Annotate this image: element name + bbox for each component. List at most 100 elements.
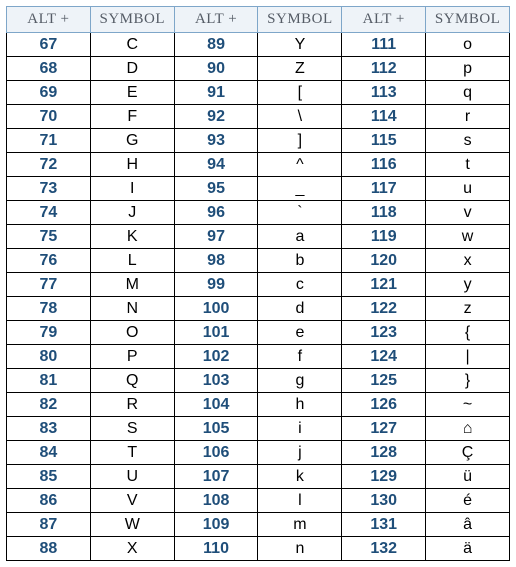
symbol-cell: z bbox=[426, 297, 510, 321]
symbol-cell: y bbox=[426, 273, 510, 297]
table-row: 68D90Z112p bbox=[7, 57, 510, 81]
symbol-cell: X bbox=[90, 537, 174, 561]
symbol-cell: V bbox=[90, 489, 174, 513]
symbol-cell: \ bbox=[258, 105, 342, 129]
alt-code-cell: 97 bbox=[174, 225, 258, 249]
alt-code-cell: 76 bbox=[7, 249, 91, 273]
symbol-cell: ä bbox=[426, 537, 510, 561]
alt-code-cell: 81 bbox=[7, 369, 91, 393]
symbol-cell: W bbox=[90, 513, 174, 537]
alt-code-cell: 86 bbox=[7, 489, 91, 513]
alt-code-cell: 124 bbox=[342, 345, 426, 369]
symbol-cell: c bbox=[258, 273, 342, 297]
symbol-cell: G bbox=[90, 129, 174, 153]
symbol-cell: l bbox=[258, 489, 342, 513]
symbol-cell: ~ bbox=[426, 393, 510, 417]
table-row: 69E91[113q bbox=[7, 81, 510, 105]
alt-code-cell: 121 bbox=[342, 273, 426, 297]
symbol-cell: I bbox=[90, 177, 174, 201]
header-symbol-2: SYMBOL bbox=[258, 7, 342, 33]
alt-code-cell: 71 bbox=[7, 129, 91, 153]
symbol-cell: i bbox=[258, 417, 342, 441]
header-row: ALT + SYMBOL ALT + SYMBOL ALT + SYMBOL bbox=[7, 7, 510, 33]
symbol-cell: h bbox=[258, 393, 342, 417]
table-row: 88X110n132ä bbox=[7, 537, 510, 561]
alt-code-cell: 75 bbox=[7, 225, 91, 249]
alt-code-cell: 98 bbox=[174, 249, 258, 273]
table-row: 75K97a119w bbox=[7, 225, 510, 249]
header-alt-3: ALT + bbox=[342, 7, 426, 33]
symbol-cell: x bbox=[426, 249, 510, 273]
table-row: 81Q103g125} bbox=[7, 369, 510, 393]
alt-code-cell: 85 bbox=[7, 465, 91, 489]
table-row: 73I95_117u bbox=[7, 177, 510, 201]
symbol-cell: g bbox=[258, 369, 342, 393]
symbol-cell: ` bbox=[258, 201, 342, 225]
symbol-cell: M bbox=[90, 273, 174, 297]
symbol-cell: t bbox=[426, 153, 510, 177]
symbol-cell: ] bbox=[258, 129, 342, 153]
alt-code-cell: 90 bbox=[174, 57, 258, 81]
alt-code-cell: 67 bbox=[7, 33, 91, 57]
symbol-cell: P bbox=[90, 345, 174, 369]
symbol-cell: E bbox=[90, 81, 174, 105]
table-row: 76L98b120x bbox=[7, 249, 510, 273]
alt-code-cell: 104 bbox=[174, 393, 258, 417]
table-row: 72H94^116t bbox=[7, 153, 510, 177]
alt-code-cell: 119 bbox=[342, 225, 426, 249]
alt-code-cell: 127 bbox=[342, 417, 426, 441]
symbol-cell: k bbox=[258, 465, 342, 489]
alt-code-cell: 72 bbox=[7, 153, 91, 177]
symbol-cell: w bbox=[426, 225, 510, 249]
alt-code-table-container: ALT + SYMBOL ALT + SYMBOL ALT + SYMBOL 6… bbox=[6, 6, 510, 561]
alt-code-cell: 70 bbox=[7, 105, 91, 129]
symbol-cell: T bbox=[90, 441, 174, 465]
symbol-cell: L bbox=[90, 249, 174, 273]
symbol-cell: F bbox=[90, 105, 174, 129]
table-row: 74J96`118v bbox=[7, 201, 510, 225]
symbol-cell: e bbox=[258, 321, 342, 345]
table-row: 82R104h126~ bbox=[7, 393, 510, 417]
table-row: 70F92\114r bbox=[7, 105, 510, 129]
alt-code-cell: 109 bbox=[174, 513, 258, 537]
alt-code-cell: 116 bbox=[342, 153, 426, 177]
table-row: 79O101e123{ bbox=[7, 321, 510, 345]
symbol-cell: } bbox=[426, 369, 510, 393]
alt-code-table: ALT + SYMBOL ALT + SYMBOL ALT + SYMBOL 6… bbox=[6, 6, 510, 561]
alt-code-cell: 73 bbox=[7, 177, 91, 201]
alt-code-cell: 120 bbox=[342, 249, 426, 273]
symbol-cell: [ bbox=[258, 81, 342, 105]
alt-code-cell: 113 bbox=[342, 81, 426, 105]
alt-code-cell: 123 bbox=[342, 321, 426, 345]
alt-code-cell: 83 bbox=[7, 417, 91, 441]
symbol-cell: v bbox=[426, 201, 510, 225]
symbol-cell: K bbox=[90, 225, 174, 249]
symbol-cell: n bbox=[258, 537, 342, 561]
alt-code-cell: 122 bbox=[342, 297, 426, 321]
alt-code-cell: 108 bbox=[174, 489, 258, 513]
symbol-cell: | bbox=[426, 345, 510, 369]
symbol-cell: H bbox=[90, 153, 174, 177]
alt-code-cell: 112 bbox=[342, 57, 426, 81]
alt-code-cell: 99 bbox=[174, 273, 258, 297]
symbol-cell: q bbox=[426, 81, 510, 105]
symbol-cell: â bbox=[426, 513, 510, 537]
alt-code-cell: 105 bbox=[174, 417, 258, 441]
alt-code-cell: 118 bbox=[342, 201, 426, 225]
symbol-cell: u bbox=[426, 177, 510, 201]
symbol-cell: O bbox=[90, 321, 174, 345]
alt-code-cell: 130 bbox=[342, 489, 426, 513]
alt-code-cell: 131 bbox=[342, 513, 426, 537]
alt-code-cell: 68 bbox=[7, 57, 91, 81]
alt-code-cell: 77 bbox=[7, 273, 91, 297]
symbol-cell: ^ bbox=[258, 153, 342, 177]
symbol-cell: N bbox=[90, 297, 174, 321]
alt-code-cell: 94 bbox=[174, 153, 258, 177]
symbol-cell: Z bbox=[258, 57, 342, 81]
alt-code-cell: 69 bbox=[7, 81, 91, 105]
alt-code-cell: 78 bbox=[7, 297, 91, 321]
symbol-cell: o bbox=[426, 33, 510, 57]
alt-code-cell: 106 bbox=[174, 441, 258, 465]
alt-code-cell: 125 bbox=[342, 369, 426, 393]
symbol-cell: j bbox=[258, 441, 342, 465]
